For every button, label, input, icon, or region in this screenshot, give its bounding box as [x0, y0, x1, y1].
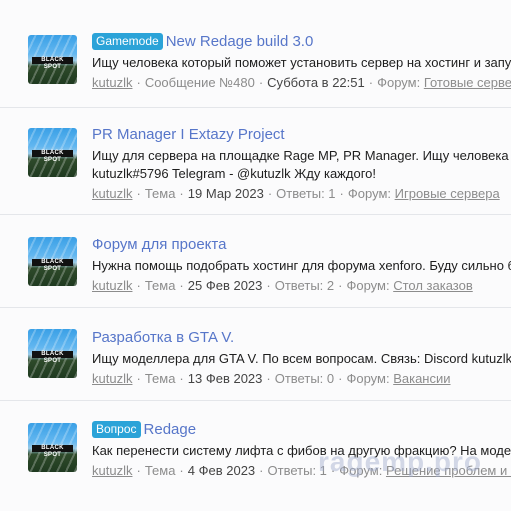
forum-link[interactable]: Стол заказов [393, 278, 473, 293]
result-date: 19 Мар 2023 [187, 186, 264, 201]
result-title-link[interactable]: PR Manager I Extazy Project [92, 126, 285, 143]
avatar-logo-text: BLACK SPOT [32, 259, 73, 272]
result-type: Тема [144, 371, 176, 386]
author-link[interactable]: kutuzlk [92, 371, 132, 386]
result-date: 25 Фев 2023 [187, 278, 263, 293]
avatar-logo-text: BLACK SPOT [32, 150, 73, 163]
result-snippet: Как перенести систему лифта с фибов на д… [92, 443, 511, 458]
author-link[interactable]: kutuzlk [92, 186, 132, 201]
result-item: BLACK SPOT Вопрос Redage Как перенести си… [0, 401, 511, 511]
result-item: BLACK SPOT PR Manager I Extazy Project И… [0, 108, 511, 215]
result-date: Суббота в 22:51 [267, 75, 365, 90]
result-title-link[interactable]: Форум для проекта [92, 236, 226, 253]
forum-link[interactable]: Решение проблем и п [386, 463, 511, 478]
result-meta: kutuzlk · Тема · 13 Фев 2023 · Ответы: 0 · Форум… [92, 371, 451, 386]
result-meta: kutuzlk · Тема · 19 Мар 2023 · Ответы: 1 · Форум… [92, 186, 500, 201]
result-meta: kutuzlk · Тема · 4 Фев 2023 · Ответы: 1 · Форум:… [92, 462, 511, 480]
avatar[interactable]: BLACK SPOT [28, 423, 77, 472]
result-meta: kutuzlk · Тема · 25 Фев 2023 · Ответы: 2 · Форум… [92, 278, 473, 293]
result-snippet: Нужна помощь подобрать хостинг для форум… [92, 258, 511, 273]
author-link[interactable]: kutuzlk [92, 278, 132, 293]
forum-label: Форум: [346, 371, 390, 386]
result-type: Тема [144, 186, 176, 201]
result-replies: Ответы: 1 [267, 463, 327, 478]
result-item: BLACK SPOT Gamemode New Redage build 3.0 … [0, 11, 511, 108]
result-snippet-line2: kutuzlk#5796 Telegram - @kutuzlk Жду каж… [92, 166, 376, 181]
result-title-link[interactable]: Redage [144, 421, 197, 438]
author-link[interactable]: kutuzlk [92, 463, 132, 478]
result-type: Тема [144, 463, 176, 478]
result-meta: kutuzlk · Сообщение №480 · Суббота в 22:51 · Ф… [92, 74, 511, 92]
avatar[interactable]: BLACK SPOT [28, 237, 77, 286]
forum-link[interactable]: Вакансии [393, 371, 450, 386]
avatar[interactable]: BLACK SPOT [28, 35, 77, 84]
result-replies: Ответы: 0 [274, 371, 335, 386]
author-link[interactable]: kutuzlk [92, 75, 132, 90]
result-date: 4 Фев 2023 [187, 463, 256, 478]
forum-link[interactable]: Готовые сервера [424, 75, 511, 90]
avatar[interactable]: BLACK SPOT [28, 329, 77, 378]
result-title-link[interactable]: New Redage build 3.0 [166, 33, 314, 50]
forum-link[interactable]: Игровые сервера [395, 186, 500, 201]
avatar-logo-text: BLACK SPOT [32, 445, 73, 458]
result-replies: Ответы: 1 [276, 186, 336, 201]
result-snippet: Ищу для сервера на площадке Rage MP, PR … [92, 148, 511, 163]
result-date: 13 Фев 2023 [187, 371, 263, 386]
result-snippet: Ищу моделлера для GTA V. По всем вопроса… [92, 351, 511, 366]
result-item: BLACK SPOT Форум для проекта Нужна помощ… [0, 215, 511, 308]
result-title-link[interactable]: Разработка в GTA V. [92, 329, 234, 346]
forum-label: Форум: [347, 186, 391, 201]
result-type[interactable]: Сообщение №480 [145, 75, 255, 90]
forum-label: Форум: [339, 463, 383, 478]
avatar-logo-text: BLACK SPOT [32, 57, 73, 70]
result-replies: Ответы: 2 [274, 278, 335, 293]
result-snippet: Ищу человека который поможет установить … [92, 55, 511, 70]
forum-label: Форум: [346, 278, 390, 293]
avatar[interactable]: BLACK SPOT [28, 128, 77, 177]
avatar-logo-text: BLACK SPOT [32, 351, 73, 364]
result-type: Тема [144, 278, 176, 293]
prefix-badge[interactable]: Вопрос [92, 421, 141, 438]
forum-label: Форум: [377, 75, 421, 90]
prefix-badge[interactable]: Gamemode [92, 33, 163, 50]
result-item: BLACK SPOT Разработка в GTA V. Ищу модел… [0, 308, 511, 401]
